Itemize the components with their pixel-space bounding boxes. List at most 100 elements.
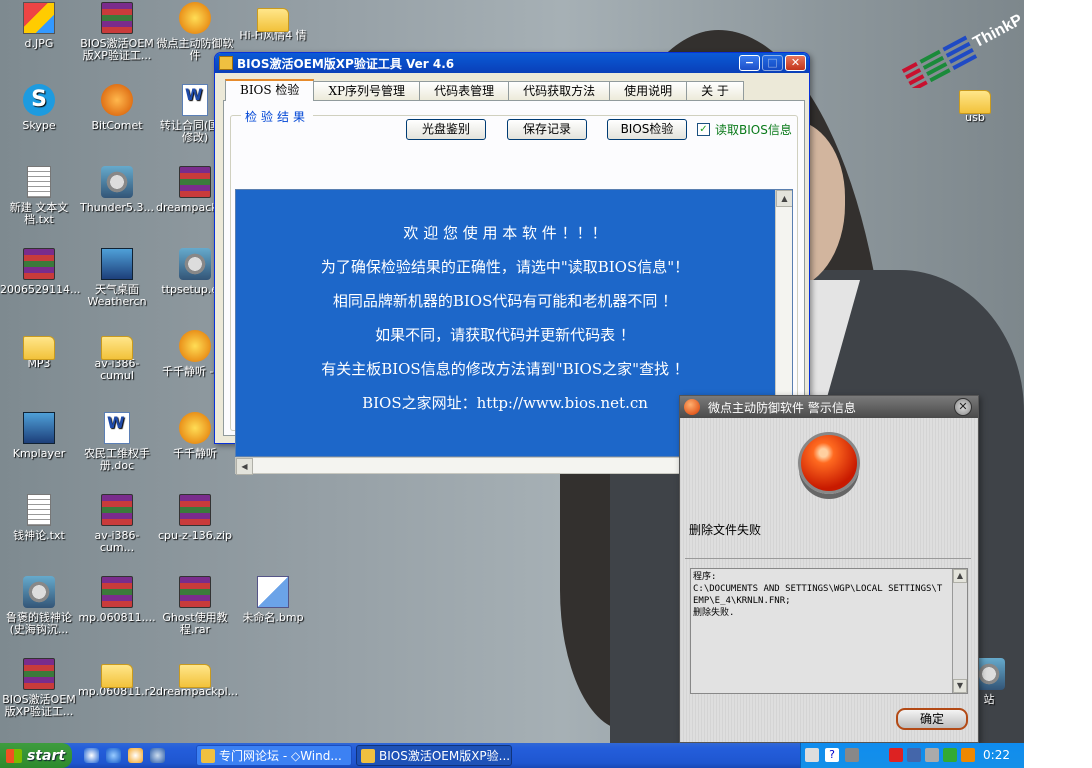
folder-icon: [257, 8, 289, 32]
micropoint-shortcut-icon: [179, 2, 211, 34]
scroll-down-icon[interactable]: ▼: [953, 679, 967, 693]
setup-icon: [23, 576, 55, 608]
task-forum-browser[interactable]: 专门网论坛 - ◇Wind...: [196, 745, 352, 766]
desktop-icon-label: 鲁褒的钱神论(史海钩沉...: [6, 611, 72, 636]
bios-tool-titlebar[interactable]: BIOS激活OEM版XP验证工具 Ver 4.6 − □ ✕: [215, 53, 809, 73]
desktop-icon-label: 钱神论.txt: [13, 529, 65, 542]
scroll-up-icon[interactable]: ▲: [776, 190, 792, 207]
winrar-archive-icon: [179, 166, 211, 198]
winrar-archive-icon: [179, 576, 211, 608]
task-bios-tool[interactable]: BIOS激活OEM版XP验...: [356, 745, 512, 766]
word-document-icon: [104, 412, 130, 444]
alert-message: 删除文件失败: [689, 523, 762, 537]
ibm-thinkpad-logo: ThinkPad: [901, 8, 1020, 88]
tab-xp-serial[interactable]: XP序列号管理: [313, 81, 421, 101]
winrar-archive-icon: [101, 576, 133, 608]
maximize-button[interactable]: □: [762, 55, 783, 71]
folder-icon: [101, 664, 133, 688]
network-monitor-icon[interactable]: [907, 748, 921, 762]
desktop-icon-label: BIOS激活OEM版XP验证工...: [80, 37, 154, 62]
desktop-icon-label: 2006529114...: [0, 283, 81, 296]
message-line: 如果不同，请获取代码并更新代码表 ！: [375, 326, 635, 344]
desktop-icon[interactable]: 新建 文本文档.txt: [0, 166, 78, 226]
desktop-icon[interactable]: d.JPG: [0, 2, 78, 50]
volume-icon[interactable]: [925, 748, 939, 762]
text-file-icon: [27, 166, 51, 198]
desktop-icon[interactable]: Hi-Fi风情4 情: [234, 2, 312, 42]
desktop-icon[interactable]: Kmplayer: [0, 412, 78, 460]
desktop-icon[interactable]: Thunder5.3...: [78, 166, 156, 214]
tab-bios-check[interactable]: BIOS 检验: [225, 79, 315, 101]
save-record-button[interactable]: 保存记录: [507, 119, 587, 140]
desktop-icon-label: Kmplayer: [12, 447, 66, 460]
ok-button[interactable]: 确定: [896, 708, 968, 730]
ttplayer-shortcut-icon: [179, 330, 211, 362]
desktop-icon[interactable]: BIOS激活OEM版XP验证工...: [0, 658, 78, 718]
desktop-icon[interactable]: 农民工维权手册.doc: [78, 412, 156, 472]
bios-tool-window[interactable]: BIOS激活OEM版XP验证工具 Ver 4.6 − □ ✕ BIOS 检验 X…: [214, 52, 810, 475]
show-desktop-icon[interactable]: [84, 748, 99, 763]
desktop-icon-label: Ghost使用教程.rar: [162, 611, 228, 636]
desktop-icon[interactable]: BIOS激活OEM版XP验证工...: [78, 2, 156, 62]
desktop-icon[interactable]: 钱神论.txt: [0, 494, 78, 542]
start-button[interactable]: start: [0, 743, 72, 768]
desktop-icon[interactable]: mp.060811....: [78, 576, 156, 624]
jpg-image-icon: [23, 2, 55, 34]
scroll-left-icon[interactable]: ◀: [236, 458, 253, 475]
divider: [685, 558, 971, 559]
task-label: 专门网论坛 - ◇Wind...: [219, 749, 342, 763]
desktop-icon[interactable]: av-i386-cumul: [78, 330, 156, 382]
close-button[interactable]: ✕: [785, 55, 806, 71]
alert-details-box[interactable]: 程序: C:\DOCUMENTS AND SETTINGS\WGP\LOCAL …: [690, 568, 968, 694]
internet-explorer-icon[interactable]: [106, 748, 121, 763]
desktop-icon[interactable]: Ghost使用教程.rar: [156, 576, 234, 636]
scroll-up-icon[interactable]: ▲: [953, 569, 967, 583]
winrar-archive-icon: [101, 494, 133, 526]
alert-details-text: 程序: C:\DOCUMENTS AND SETTINGS\WGP\LOCAL …: [693, 572, 943, 618]
media-player-icon[interactable]: [128, 748, 143, 763]
alarm-light-icon: [798, 432, 860, 494]
desktop-icon[interactable]: 2006529114...: [0, 248, 81, 296]
folder-icon: [179, 664, 211, 688]
desktop-icon-label: 未命名.bmp: [242, 611, 304, 624]
desktop-icon[interactable]: 天气桌面Weathercn: [78, 248, 156, 308]
micropoint-alert-window[interactable]: 微点主动防御软件 警示信息 ✕ 删除文件失败 程序: C:\DOCUMENTS …: [679, 395, 979, 743]
system-tray: ? 0:22: [800, 743, 1024, 768]
network-icon[interactable]: [845, 748, 859, 762]
tab-instructions[interactable]: 使用说明: [609, 81, 688, 101]
disc-check-button[interactable]: 光盘鉴别: [406, 119, 486, 140]
details-scrollbar[interactable]: ▲ ▼: [952, 569, 967, 693]
desktop-icon[interactable]: 鲁褒的钱神论(史海钩沉...: [0, 576, 78, 636]
welcome-line: 欢 迎 您 使 用 本 软 件 ！！！: [403, 224, 607, 242]
help-icon[interactable]: ?: [825, 748, 839, 762]
read-bios-checkbox[interactable]: ✓ 读取BIOS信息: [697, 121, 792, 138]
browser-icon[interactable]: [150, 748, 165, 763]
keyboard-icon[interactable]: [805, 748, 819, 762]
tab-code-table[interactable]: 代码表管理: [419, 81, 510, 101]
qq-icon[interactable]: [943, 748, 957, 762]
desktop-icon[interactable]: usb: [936, 84, 1014, 124]
desktop-icon[interactable]: av-i386-cum...: [78, 494, 156, 554]
desktop-icon-label: 新建 文本文档.txt: [9, 201, 69, 226]
desktop-icon[interactable]: cpu-z-136.zip: [156, 494, 234, 542]
minimize-button[interactable]: −: [739, 55, 760, 71]
desktop-icon[interactable]: BitComet: [78, 84, 156, 132]
bmp-image-icon: [257, 576, 289, 608]
antivirus-icon[interactable]: [889, 748, 903, 762]
desktop-icon[interactable]: S Skype: [0, 84, 78, 132]
alert-body: 删除文件失败 程序: C:\DOCUMENTS AND SETTINGS\WGP…: [680, 418, 978, 742]
alert-titlebar[interactable]: 微点主动防御软件 警示信息 ✕: [680, 396, 978, 418]
desktop-icon[interactable]: mp.060811.r2: [78, 658, 156, 698]
desktop-icon[interactable]: MP3: [0, 330, 78, 370]
desktop-icon[interactable]: dreampackpl...: [156, 658, 238, 698]
message-line: 为了确保检验结果的正确性，请选中"读取BIOS信息"！: [320, 258, 690, 276]
bios-check-button[interactable]: BIOS检验: [607, 119, 687, 140]
tab-code-method[interactable]: 代码获取方法: [508, 81, 611, 101]
micropoint-tray-icon[interactable]: [961, 748, 975, 762]
alert-close-button[interactable]: ✕: [954, 398, 972, 416]
desktop-icon[interactable]: 未命名.bmp: [234, 576, 312, 624]
micropoint-logo-icon: [684, 399, 700, 415]
desktop-icon-label: av-i386-cumul: [94, 357, 140, 382]
message-line: 有关主板BIOS信息的修改方法请到"BIOS之家"查找 ！: [321, 360, 689, 378]
tab-about[interactable]: 关 于: [686, 81, 744, 101]
